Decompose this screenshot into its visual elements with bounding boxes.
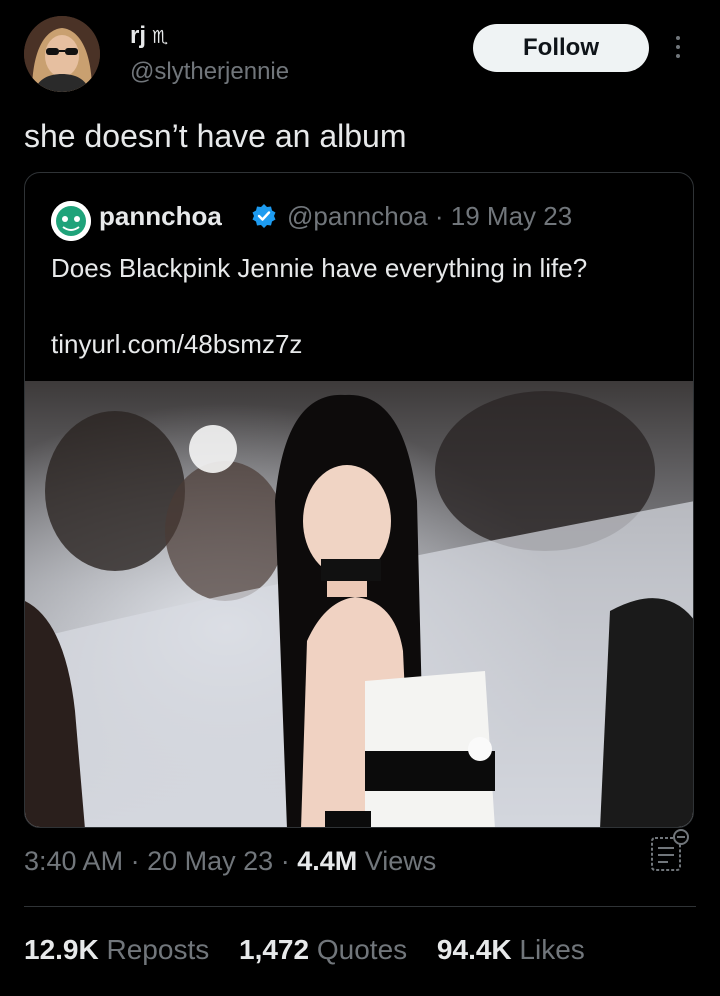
views-label: Views [364, 846, 437, 876]
quote-date[interactable]: 19 May 23 [451, 201, 572, 231]
likes-count: 94.4K [436, 934, 512, 965]
quote-media-image[interactable] [25, 381, 693, 827]
quote-author-handle[interactable]: @pannchoa [287, 201, 428, 231]
author-handle[interactable]: @slytherjennie [130, 58, 289, 86]
pannchoa-logo-icon [51, 201, 91, 241]
quote-author-name[interactable]: pannchoa [99, 201, 222, 232]
red-carpet-photo [25, 381, 693, 827]
author-display-name[interactable]: rj ♏︎ [130, 22, 168, 50]
author-avatar[interactable] [24, 16, 100, 92]
meta-separator: · [434, 201, 444, 231]
meta-separator: · [130, 846, 140, 876]
quote-text: Does Blackpink Jennie have everything in… [51, 253, 588, 283]
author-name-text: rj [130, 22, 147, 49]
ribbon-icon: ♏︎ [152, 27, 169, 47]
quotes-stat[interactable]: 1,472 Quotes [239, 934, 407, 965]
tweet-time[interactable]: 3:40 AM [24, 846, 123, 876]
follow-button[interactable]: Follow [473, 24, 649, 72]
quote-meta: @pannchoa · 19 May 23 [287, 201, 572, 232]
meta-separator: · [280, 846, 290, 876]
quotes-count: 1,472 [239, 934, 310, 965]
quoted-tweet-card[interactable]: pannchoa @pannchoa · 19 May 23 Does Blac… [24, 172, 694, 828]
tweet-date[interactable]: 20 May 23 [147, 846, 273, 876]
reposts-stat[interactable]: 12.9K Reposts [24, 934, 209, 965]
likes-label: Likes [519, 934, 585, 965]
quotes-label: Quotes [316, 934, 408, 965]
quote-link[interactable]: tinyurl.com/48bsmz7z [51, 329, 302, 360]
avatar-image [24, 16, 100, 92]
tweet-meta: 3:40 AM · 20 May 23 · 4.4M Views [24, 846, 436, 877]
engagement-stats: 12.9K Reposts 1,472 Quotes 94.4K Likes [24, 934, 607, 966]
quote-author-avatar[interactable] [51, 201, 91, 241]
divider [24, 906, 696, 907]
reposts-count: 12.9K [24, 934, 99, 965]
more-options-icon[interactable] [668, 32, 688, 64]
verified-badge-icon [252, 204, 276, 228]
views-count: 4.4M [297, 846, 358, 876]
tweet-text: she doesn’t have an album [24, 118, 407, 154]
likes-stat[interactable]: 94.4K Likes [437, 934, 585, 965]
analytics-icon[interactable] [648, 828, 690, 874]
reposts-label: Reposts [106, 934, 210, 965]
